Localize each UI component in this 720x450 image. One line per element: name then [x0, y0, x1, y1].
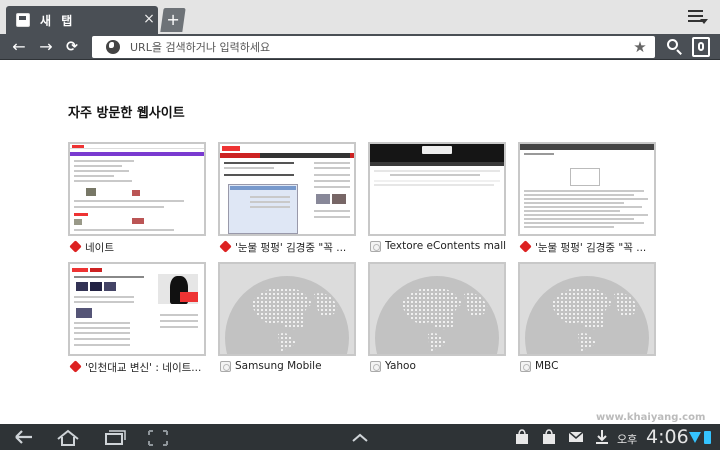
tile-textore[interactable]: Textore eContents mall — [368, 142, 506, 254]
tile-news-article[interactable]: '눈물 펑펑' 김경중 "꼭 ... — [218, 142, 356, 254]
back-icon[interactable]: ← — [8, 36, 30, 58]
system-bar: 오후 4:06 — [0, 424, 720, 450]
back-nav-icon[interactable] — [10, 426, 38, 448]
tile-title: '눈물 펑펑' 김경중 "꼭 ... — [235, 242, 347, 254]
tile-yahoo[interactable]: Yahoo — [368, 262, 506, 374]
page-icon — [16, 13, 30, 27]
tile-nate[interactable]: 네이트 — [68, 142, 206, 254]
clock-time: 4:06 — [646, 426, 689, 448]
mail-icon — [568, 429, 584, 445]
tile-title: Textore eContents mall — [385, 240, 506, 252]
tile-title: MBC — [535, 360, 559, 372]
bookmark-star-icon[interactable]: ★ — [630, 37, 650, 57]
home-nav-icon[interactable] — [54, 426, 82, 448]
market-bag-icon — [514, 429, 530, 445]
tile-title: 네이트 — [85, 242, 114, 254]
globe-placeholder-icon — [218, 262, 356, 356]
search-icon[interactable] — [664, 36, 686, 58]
site-favicon-icon — [520, 361, 531, 372]
tile-title: '눈물 펑펑' 김경중 "꼭 ... — [535, 242, 647, 254]
thumbnail — [518, 142, 656, 236]
recent-apps-icon[interactable] — [100, 426, 128, 448]
tab-new-tab[interactable]: 새 탭 × — [6, 6, 158, 34]
watermark: www.khaiyang.com — [596, 412, 706, 423]
browser-window: 새 탭 × + ← → ⟳ ★ 자주 방문한 웹사이트 — [0, 0, 720, 450]
thumbnail — [368, 142, 506, 236]
site-favicon-icon — [219, 240, 232, 253]
new-tab-button[interactable]: + — [160, 8, 186, 32]
tile-nate-news[interactable]: '인천대교 변신' : 네이트... — [68, 262, 206, 374]
thumbnail — [68, 142, 206, 236]
battery-icon — [704, 431, 711, 444]
section-title: 자주 방문한 웹사이트 — [68, 106, 185, 121]
url-bar[interactable]: ★ — [92, 36, 655, 58]
site-favicon-icon — [370, 241, 381, 252]
screenshot-icon[interactable] — [144, 426, 172, 448]
url-input[interactable] — [130, 38, 610, 56]
chevron-up-icon[interactable] — [346, 426, 374, 448]
plus-icon: + — [166, 10, 180, 29]
download-icon — [594, 429, 610, 445]
site-favicon-icon — [519, 240, 532, 253]
tile-title: Samsung Mobile — [235, 360, 322, 372]
globe-placeholder-icon — [368, 262, 506, 356]
browser-toolbar: ← → ⟳ ★ — [0, 34, 720, 60]
close-tab-icon[interactable]: × — [140, 10, 158, 28]
forward-icon[interactable]: → — [35, 36, 57, 58]
tile-mbc[interactable]: MBC — [518, 262, 656, 374]
tab-title: 새 탭 — [40, 14, 76, 28]
market-bag-icon — [541, 429, 557, 445]
globe-icon — [106, 40, 120, 54]
thumbnail — [218, 142, 356, 236]
reload-icon[interactable]: ⟳ — [61, 36, 83, 58]
tile-samsung-mobile[interactable]: Samsung Mobile — [218, 262, 356, 374]
wifi-icon — [689, 432, 701, 443]
globe-placeholder-icon — [518, 262, 656, 356]
site-favicon-icon — [69, 360, 82, 373]
clock-ampm: 오후 — [617, 433, 638, 446]
tab-strip: 새 탭 × + — [0, 0, 720, 34]
thumbnail — [68, 262, 206, 356]
site-favicon-icon — [370, 361, 381, 372]
site-favicon-icon — [69, 240, 82, 253]
menu-icon[interactable] — [688, 8, 708, 26]
site-favicon-icon — [220, 361, 231, 372]
tile-title: '인천대교 변신' : 네이트... — [85, 362, 202, 374]
tile-title: Yahoo — [385, 360, 416, 372]
voice-search-icon[interactable] — [692, 37, 710, 57]
tile-text-page[interactable]: '눈물 펑펑' 김경중 "꼭 ... — [518, 142, 656, 254]
